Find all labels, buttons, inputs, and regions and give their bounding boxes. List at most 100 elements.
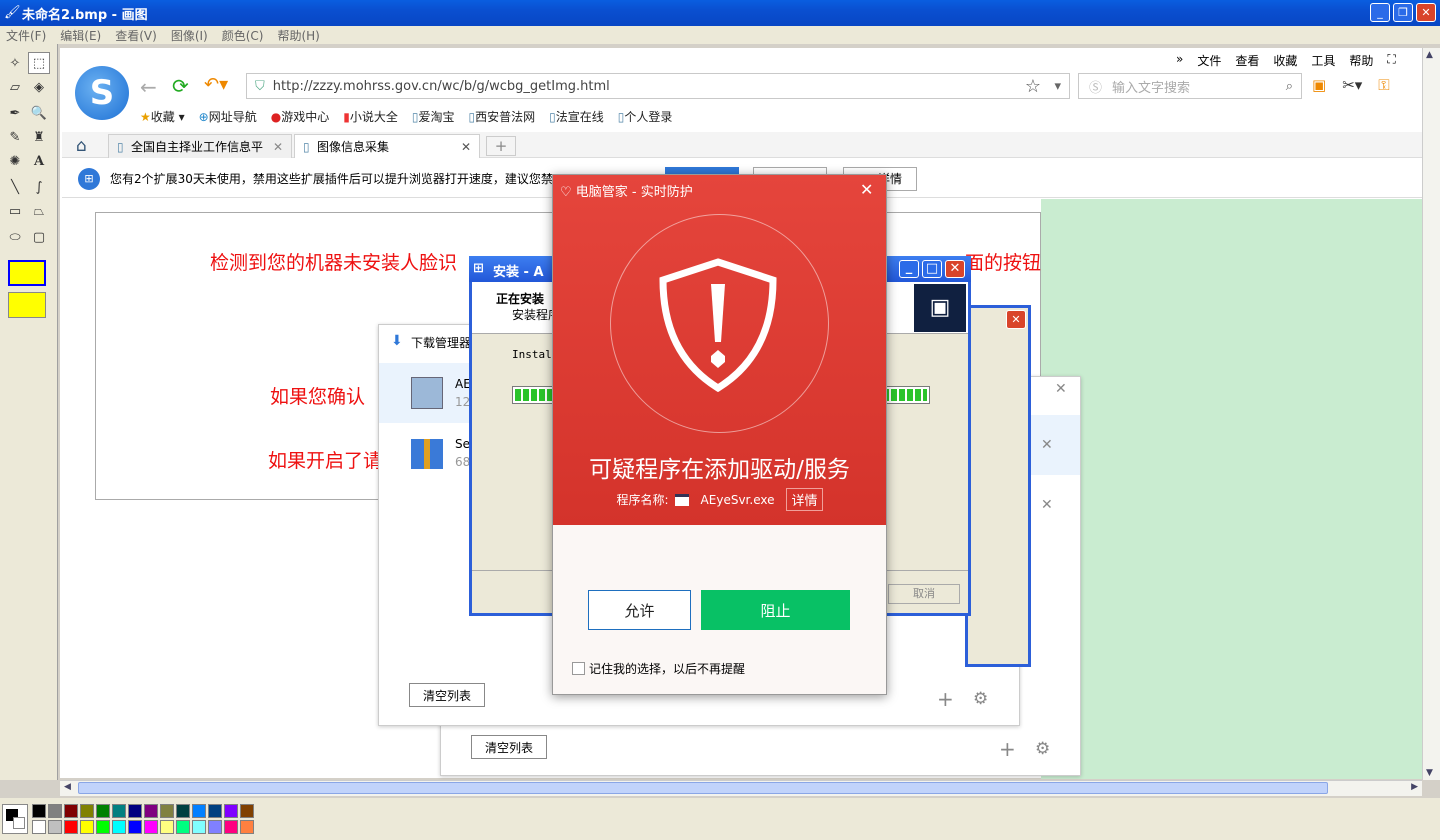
rounded-rect-icon[interactable]: ▢ (28, 226, 50, 248)
color-swatch[interactable] (144, 820, 158, 834)
restore-button[interactable]: ❐ (1393, 3, 1413, 22)
fill-icon[interactable]: ◈ (28, 76, 50, 98)
bookmark-favorites[interactable]: ★收藏 ▾ (140, 108, 185, 125)
close-button[interactable]: ✕ (945, 260, 965, 278)
color-swatch[interactable] (80, 804, 94, 818)
text-icon[interactable]: A (28, 150, 50, 172)
new-tab-button[interactable]: + (486, 136, 516, 156)
add-icon[interactable]: + (937, 687, 954, 711)
magnifier-icon[interactable]: 🔍 (28, 102, 50, 124)
color-swatch[interactable] (208, 820, 222, 834)
add-icon[interactable]: + (999, 737, 1016, 761)
color-swatch[interactable] (160, 820, 174, 834)
color-swatch[interactable] (32, 820, 46, 834)
bookmark-nav[interactable]: ⊕网址导航 (199, 108, 257, 125)
menu-help[interactable]: 帮助(H) (277, 27, 319, 44)
cancel-button[interactable]: 取消 (888, 584, 960, 604)
airbrush-icon[interactable]: ✺ (4, 150, 26, 172)
color-swatch[interactable] (176, 804, 190, 818)
bookmark-novels[interactable]: ▮小说大全 (343, 108, 398, 125)
close-icon[interactable]: ✕ (1055, 381, 1067, 397)
menu-edit[interactable]: 编辑(E) (60, 27, 101, 44)
close-icon[interactable]: ✕ (860, 180, 873, 199)
polygon-icon[interactable]: ⏢ (28, 200, 50, 222)
close-icon[interactable]: ✕ (1006, 310, 1026, 329)
browser-menu-help[interactable]: 帮助 (1349, 52, 1373, 69)
maximize-button[interactable]: □ (922, 260, 942, 278)
refresh-icon[interactable]: ⟳ (172, 74, 189, 98)
scroll-thumb[interactable] (78, 782, 1328, 794)
color-picker-icon[interactable]: ✒ (4, 102, 26, 124)
color-swatch[interactable] (192, 804, 206, 818)
eraser-icon[interactable]: ▱ (4, 76, 26, 98)
color-swatch[interactable] (96, 804, 110, 818)
bookmark-login[interactable]: ▯个人登录 (618, 108, 673, 125)
ellipse-icon[interactable]: ⬭ (4, 226, 26, 248)
color-swatch[interactable] (240, 820, 254, 834)
block-button[interactable]: 阻止 (701, 590, 850, 630)
clear-list-button[interactable]: 清空列表 (409, 683, 485, 707)
color-swatch[interactable] (96, 820, 110, 834)
extension-icon[interactable]: ▣ (1312, 76, 1326, 94)
bookmark-xian[interactable]: ▯西安普法网 (468, 108, 535, 125)
menu-colors[interactable]: 颜色(C) (222, 27, 264, 44)
curve-icon[interactable]: ∫ (28, 176, 50, 198)
rectangle-icon[interactable]: ▭ (4, 200, 26, 222)
vertical-scrollbar[interactable]: ▲ ▼ (1422, 48, 1440, 780)
search-icon[interactable]: ⌕ (1286, 79, 1293, 94)
color-swatch[interactable] (128, 804, 142, 818)
color-swatch[interactable] (64, 820, 78, 834)
menu-file[interactable]: 文件(F) (6, 27, 46, 44)
allow-button[interactable]: 允许 (588, 590, 691, 630)
close-icon[interactable]: ✕ (461, 140, 471, 154)
bookmark-taobao[interactable]: ▯爱淘宝 (412, 108, 455, 125)
clear-list-button[interactable]: 清空列表 (471, 735, 547, 759)
menu-view[interactable]: 查看(V) (115, 27, 157, 44)
back-icon[interactable]: ← (140, 75, 157, 99)
remember-choice[interactable]: 记住我的选择，以后不再提醒 (572, 660, 745, 677)
color-swatch[interactable] (224, 820, 238, 834)
close-icon[interactable]: ✕ (273, 140, 283, 154)
browser-menu-file[interactable]: 文件 (1197, 52, 1221, 69)
line-icon[interactable]: ╲ (4, 176, 26, 198)
minimize-button[interactable]: _ (899, 260, 919, 278)
download-item-2[interactable]: Se (455, 437, 470, 451)
search-input[interactable]: 输入文字搜索 (1112, 77, 1190, 96)
chevron-down-icon[interactable]: ▾ (1054, 79, 1061, 94)
remove-item-icon[interactable]: ✕ (1041, 437, 1053, 453)
skin-icon[interactable]: ⛶ (1387, 52, 1395, 69)
bookmark-games[interactable]: ●游戏中心 (271, 108, 330, 125)
color-swatch[interactable] (192, 820, 206, 834)
star-icon[interactable]: ☆ (1025, 76, 1041, 97)
remember-checkbox[interactable] (572, 662, 585, 675)
color-swatch[interactable] (112, 820, 126, 834)
menu-image[interactable]: 图像(I) (171, 27, 208, 44)
address-bar[interactable]: ⛉ http://zzzy.mohrss.gov.cn/wc/b/g/wcbg_… (246, 73, 1070, 99)
color-swatch[interactable] (128, 820, 142, 834)
bookmark-fxzx[interactable]: ▯法宣在线 (549, 108, 604, 125)
home-icon[interactable]: ⌂ (76, 136, 87, 156)
remove-item-icon[interactable]: ✕ (1041, 497, 1053, 513)
browser-menu-view[interactable]: 查看 (1235, 52, 1259, 69)
undo-icon[interactable]: ↶▾ (204, 74, 228, 95)
tab-image-capture[interactable]: ▯ 图像信息采集 ✕ (294, 134, 480, 158)
color-swatch[interactable] (224, 804, 238, 818)
gear-icon[interactable]: ⚙ (1035, 739, 1050, 759)
color-swatch[interactable] (32, 804, 46, 818)
color-swatch[interactable] (240, 804, 254, 818)
color-swatch[interactable] (64, 804, 78, 818)
key-icon[interactable]: ⚿ (1378, 76, 1389, 94)
search-box[interactable]: Ⓢ 输入文字搜索 ⌕ (1078, 73, 1302, 99)
color-swatch[interactable] (144, 804, 158, 818)
details-button[interactable]: 详情 (786, 488, 823, 511)
minimize-button[interactable]: _ (1370, 3, 1390, 22)
pencil-icon[interactable]: ✎ (4, 126, 26, 148)
color-swatch[interactable] (48, 804, 62, 818)
gear-icon[interactable]: ⚙ (973, 689, 988, 709)
opaque-option-icon[interactable] (8, 292, 46, 318)
tab-platform[interactable]: ▯ 全国自主择业工作信息平 ✕ (108, 134, 292, 158)
color-swatch[interactable] (208, 804, 222, 818)
close-button[interactable]: ✕ (1416, 3, 1436, 22)
color-swatch[interactable] (112, 804, 126, 818)
color-swatch[interactable] (160, 804, 174, 818)
